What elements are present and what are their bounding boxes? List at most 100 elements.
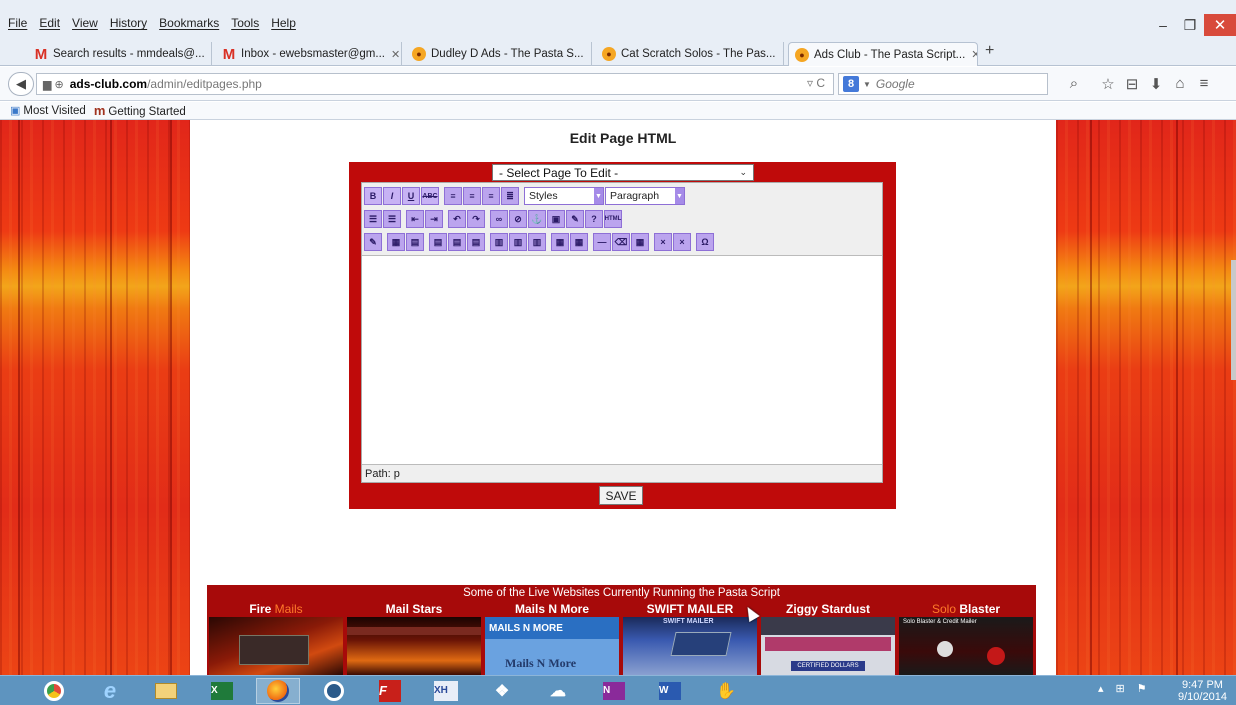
reload-icon[interactable]: ▿ C — [807, 76, 825, 90]
tab-dudley-ads[interactable]: ● Dudley D Ads - The Pasta S... ✕ — [406, 42, 592, 66]
site-thumbnail[interactable]: SWIFT MAILER — [623, 617, 757, 675]
site-thumbnail[interactable] — [347, 617, 481, 675]
close-tab-icon[interactable]: ✕ — [391, 48, 400, 61]
editor-content-area[interactable] — [362, 257, 882, 463]
help-icon[interactable]: ? — [585, 210, 603, 228]
bullet-list-button[interactable]: ☰ — [364, 210, 382, 228]
bookmark-most-visited[interactable]: ▣ Most Visited — [10, 104, 86, 117]
cleanup-button[interactable]: ✎ — [566, 210, 584, 228]
merge-cells-button[interactable]: ▦ — [570, 233, 588, 251]
strikethrough-button[interactable]: ABC — [421, 187, 439, 205]
menu-tools[interactable]: Tools — [231, 16, 259, 30]
row-before-button[interactable]: ▤ — [429, 233, 447, 251]
menu-icon[interactable]: ≡ — [1192, 75, 1216, 93]
split-cells-button[interactable]: ▦ — [551, 233, 569, 251]
close-tab-icon[interactable]: ✕ — [211, 48, 212, 61]
onedrive-icon[interactable]: ☁ — [536, 678, 580, 704]
system-clock[interactable]: 9:47 PM 9/10/2014 — [1178, 679, 1227, 703]
home-icon[interactable]: ⌂ — [1168, 75, 1192, 93]
search-box[interactable]: 8 ▼ Google — [838, 73, 1048, 95]
menu-file[interactable]: File — [8, 16, 27, 30]
site-ziggy-stardust[interactable]: Ziggy Stardust CERTIFIED DOLLARS — [759, 601, 897, 675]
superscript-button[interactable]: × — [673, 233, 691, 251]
new-tab-button[interactable]: + — [985, 42, 994, 60]
tab-ads-club[interactable]: ● Ads Club - The Pasta Script... ✕ — [788, 42, 978, 66]
reading-list-icon[interactable]: ⊟ — [1120, 75, 1144, 93]
download-icon[interactable]: ⬇ — [1144, 75, 1168, 93]
underline-button[interactable]: U — [402, 187, 420, 205]
link-button[interactable]: ∞ — [490, 210, 508, 228]
url-bar[interactable]: ▆ ⊕ ads-club.com /admin/editpages.php ▿ … — [36, 73, 834, 95]
bold-button[interactable]: B — [364, 187, 382, 205]
italic-button[interactable]: I — [383, 187, 401, 205]
delete-row-button[interactable]: ▤ — [467, 233, 485, 251]
chevron-up-icon[interactable]: ▴ — [1098, 682, 1104, 695]
search-engine-icon[interactable]: 8 — [843, 76, 859, 92]
site-identity-icon[interactable]: ▆ ⊕ — [43, 78, 64, 91]
menu-history[interactable]: History — [110, 16, 147, 30]
tab-inbox[interactable]: M Inbox - ewebsmaster@gm... ✕ — [216, 42, 402, 66]
menu-bookmarks[interactable]: Bookmarks — [159, 16, 219, 30]
edit-icon[interactable]: ✎ — [364, 233, 382, 251]
chevron-down-icon[interactable]: ▼ — [863, 80, 871, 89]
search-icon[interactable]: ⌕ — [1062, 75, 1086, 93]
excel-icon[interactable]: X — [200, 678, 244, 704]
delete-col-button[interactable]: ▥ — [528, 233, 546, 251]
dropbox-icon[interactable]: ❖ — [480, 678, 524, 704]
undo-button[interactable]: ↶ — [448, 210, 466, 228]
media-icon[interactable] — [312, 678, 356, 704]
col-after-button[interactable]: ▥ — [509, 233, 527, 251]
tab-cat-scratch[interactable]: ● Cat Scratch Solos - The Pas... ✕ — [596, 42, 784, 66]
word-icon[interactable]: W — [648, 678, 692, 704]
eraser-icon[interactable]: ⌫ — [612, 233, 630, 251]
site-thumbnail[interactable]: CERTIFIED DOLLARS — [761, 617, 895, 675]
align-center-button[interactable]: ≡ — [463, 187, 481, 205]
firefox-icon[interactable] — [256, 678, 300, 704]
filezilla-icon[interactable]: F — [368, 678, 412, 704]
close-tab-icon[interactable]: ✕ — [590, 48, 591, 61]
table-props-button[interactable]: ▤ — [406, 233, 424, 251]
save-button[interactable]: SAVE — [599, 486, 643, 505]
site-thumbnail[interactable]: Solo Blaster & Credit Mailer — [899, 617, 1033, 675]
special-char-button[interactable]: Ω — [696, 233, 714, 251]
menu-help[interactable]: Help — [271, 16, 296, 30]
page-scrollbar[interactable] — [1231, 260, 1236, 380]
bookmark-getting-started[interactable]: m Getting Started — [94, 103, 186, 118]
chrome-icon[interactable] — [32, 678, 76, 704]
close-window-button[interactable]: ✕ — [1204, 14, 1236, 36]
redo-button[interactable]: ↷ — [467, 210, 485, 228]
horizontal-rule-button[interactable]: — — [593, 233, 611, 251]
flag-icon[interactable]: ⚑ — [1137, 682, 1147, 695]
site-mail-stars[interactable]: Mail Stars — [345, 601, 483, 675]
page-select-dropdown[interactable]: - Select Page To Edit - ⌄ — [492, 164, 754, 181]
subscript-button[interactable]: × — [654, 233, 672, 251]
align-right-button[interactable]: ≡ — [482, 187, 500, 205]
col-before-button[interactable]: ▥ — [490, 233, 508, 251]
menu-view[interactable]: View — [72, 16, 98, 30]
bookmark-star-icon[interactable]: ☆ — [1096, 75, 1120, 93]
network-icon[interactable]: ⊞ — [1116, 682, 1125, 695]
site-solo-blaster[interactable]: Solo Blaster Solo Blaster & Credit Maile… — [897, 601, 1035, 675]
table-insert-button[interactable]: ▦ — [387, 233, 405, 251]
site-thumbnail[interactable] — [209, 617, 343, 675]
hand-tool-icon[interactable]: ✋ — [704, 678, 748, 704]
indent-button[interactable]: ⇥ — [425, 210, 443, 228]
html-source-button[interactable]: HTML — [604, 210, 622, 228]
align-justify-button[interactable]: ≣ — [501, 187, 519, 205]
xhtml-editor-icon[interactable]: XH — [424, 678, 468, 704]
format-dropdown[interactable]: Paragraph ▼ — [605, 187, 685, 205]
site-mails-n-more[interactable]: Mails N More MAILS N MORE Mails N More — [483, 601, 621, 675]
numbered-list-button[interactable]: ☰ — [383, 210, 401, 228]
minimize-button[interactable]: – — [1150, 14, 1176, 36]
anchor-icon[interactable]: ⚓ — [528, 210, 546, 228]
unlink-button[interactable]: ⊘ — [509, 210, 527, 228]
row-after-button[interactable]: ▤ — [448, 233, 466, 251]
visual-aid-button[interactable]: ▦ — [631, 233, 649, 251]
outdent-button[interactable]: ⇤ — [406, 210, 424, 228]
file-explorer-icon[interactable] — [144, 678, 188, 704]
site-swift-mailer[interactable]: SWIFT MAILER SWIFT MAILER — [621, 601, 759, 675]
styles-dropdown[interactable]: Styles ▼ — [524, 187, 604, 205]
site-thumbnail[interactable]: MAILS N MORE Mails N More — [485, 617, 619, 675]
back-button[interactable]: ◀ — [8, 72, 34, 96]
internet-explorer-icon[interactable]: e — [88, 678, 132, 704]
